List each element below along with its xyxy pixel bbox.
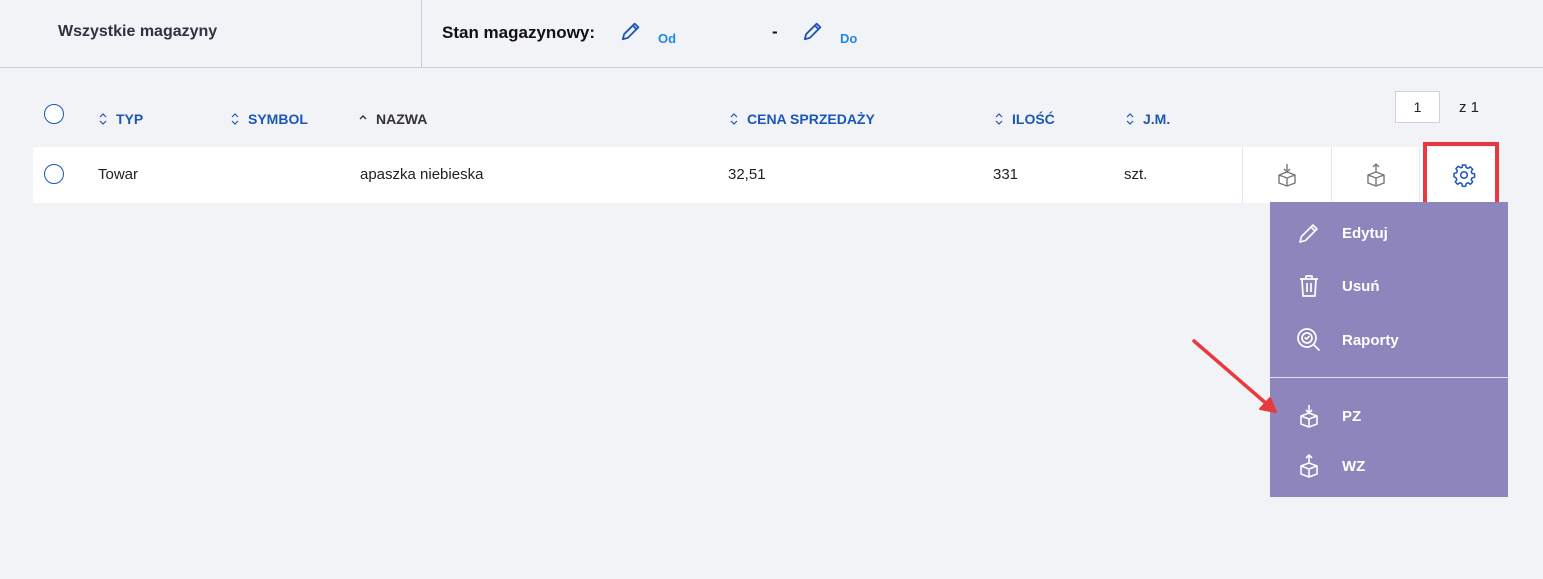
- stock-to-button[interactable]: Do: [802, 20, 857, 46]
- menu-item-edytuj[interactable]: Edytuj: [1270, 213, 1508, 253]
- warehouse-selector[interactable]: Wszystkie magazyny: [58, 23, 217, 41]
- page-number-input[interactable]: 1: [1395, 91, 1440, 123]
- stock-from-label: Od: [658, 31, 677, 46]
- menu-item-raporty[interactable]: Raporty: [1270, 320, 1508, 360]
- filter-bar: Wszystkie magazyny Stan magazynowy: Od -…: [0, 0, 1543, 68]
- cell-ilosc: 331: [993, 166, 1019, 183]
- pencil-icon: [621, 22, 640, 41]
- sort-icon: [99, 113, 107, 125]
- cell-typ: Towar: [98, 166, 139, 183]
- sort-icon: [1126, 113, 1134, 125]
- row-context-menu: Edytuj Usuń Raporty PZ WZ: [1270, 202, 1508, 497]
- menu-item-pz[interactable]: PZ: [1270, 396, 1508, 436]
- column-header-nazwa[interactable]: NAZWA: [358, 111, 427, 127]
- sort-icon: [231, 113, 239, 125]
- filter-divider: [421, 0, 422, 68]
- menu-item-wz[interactable]: WZ: [1270, 446, 1508, 486]
- box-out-icon: [1296, 453, 1322, 479]
- menu-divider: [1270, 377, 1508, 378]
- box-out-icon: [1366, 163, 1385, 187]
- sort-icon: [730, 113, 738, 125]
- settings-highlight-box: [1423, 142, 1499, 208]
- cell-cena: 32,51: [728, 166, 766, 183]
- stock-to-label: Do: [840, 31, 858, 46]
- row-wz-button[interactable]: [1331, 147, 1419, 203]
- pencil-icon: [1296, 220, 1322, 246]
- cell-jm: szt.: [1124, 166, 1148, 183]
- column-header-ilosc[interactable]: ILOŚĆ: [994, 111, 1055, 127]
- box-in-icon: [1296, 403, 1322, 429]
- menu-item-usun[interactable]: Usuń: [1270, 266, 1508, 306]
- column-header-symbol[interactable]: SYMBOL: [230, 111, 308, 127]
- column-header-typ[interactable]: TYP: [98, 111, 143, 127]
- report-search-icon: [1296, 327, 1322, 353]
- row-select-radio[interactable]: [44, 164, 64, 184]
- box-in-icon: [1277, 164, 1296, 187]
- stock-from-button[interactable]: Od: [620, 20, 676, 46]
- cell-nazwa: apaszka niebieska: [360, 166, 484, 183]
- row-pz-button[interactable]: [1242, 147, 1330, 203]
- sort-icon: [995, 113, 1003, 125]
- column-header-jm[interactable]: J.M.: [1125, 111, 1170, 127]
- sort-ascending-icon: [359, 115, 367, 120]
- trash-icon: [1296, 273, 1322, 299]
- stock-label: Stan magazynowy:: [442, 23, 596, 42]
- range-separator: -: [772, 22, 778, 41]
- pencil-icon: [803, 22, 822, 41]
- select-all-radio[interactable]: [44, 104, 64, 124]
- page-total: z 1: [1459, 99, 1480, 116]
- column-header-cena[interactable]: CENA SPRZEDAŻY: [729, 111, 875, 127]
